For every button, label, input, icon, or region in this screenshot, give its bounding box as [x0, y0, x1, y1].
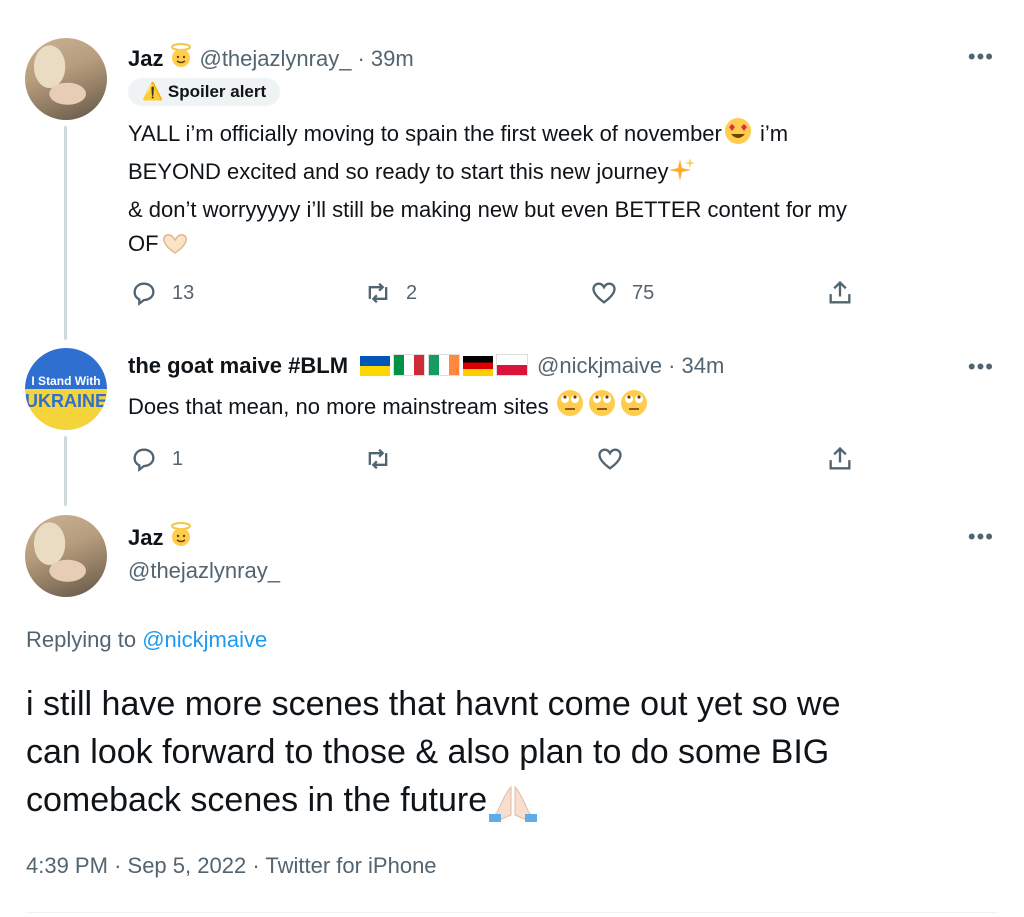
sparkles-emoji-icon — [668, 157, 696, 193]
share-button[interactable] — [826, 445, 854, 473]
retweet-button[interactable] — [364, 445, 392, 473]
handle[interactable]: @thejazlynray_ — [128, 558, 280, 584]
more-options-icon[interactable]: ••• — [968, 524, 994, 550]
rolling-eyes-emoji-icon — [555, 390, 651, 419]
poland-flag-icon — [496, 354, 529, 376]
heart-icon — [598, 448, 622, 470]
timestamp[interactable]: · 34m — [668, 353, 724, 379]
heart-icon — [592, 282, 616, 304]
more-options-icon[interactable]: ••• — [968, 354, 994, 380]
text-line: can look forward to those & also plan to… — [26, 733, 830, 771]
handle[interactable]: @nickjmaive — [537, 353, 662, 379]
reply-button[interactable]: 1 — [130, 445, 183, 473]
text-line: OF — [128, 231, 159, 256]
separator: · — [252, 853, 266, 878]
avatar-text: UKRAINE — [25, 391, 107, 411]
display-name[interactable]: Jaz — [128, 46, 163, 72]
retweet-icon — [368, 282, 388, 304]
tweet-text: YALL i’m officially moving to spain the … — [128, 117, 998, 265]
avatar[interactable] — [25, 38, 107, 120]
tweet-header: the goat maive #BLM @nickjmaive · 34m — [128, 353, 724, 379]
like-count: 75 — [632, 281, 655, 304]
tweet-date[interactable]: Sep 5, 2022 — [128, 853, 247, 878]
text-line: i’m — [760, 121, 789, 146]
reply-icon — [133, 282, 155, 306]
thread-line — [64, 436, 67, 506]
tweet-source[interactable]: Twitter for iPhone — [265, 853, 436, 878]
folded-hands-emoji-icon — [487, 780, 539, 828]
like-button[interactable]: 75 — [590, 279, 654, 307]
replying-prefix: Replying to — [26, 627, 143, 652]
reply-count: 13 — [172, 281, 195, 304]
angel-emoji-icon — [169, 43, 193, 74]
text-line: YALL i’m officially moving to spain the … — [128, 121, 722, 146]
avatar[interactable]: I Stand With UKRAINE — [25, 348, 107, 430]
heart-hands-emoji-icon — [159, 231, 191, 265]
share-icon — [829, 280, 851, 304]
ireland-flag-icon — [428, 354, 461, 376]
tweet-header: Jaz — [128, 522, 193, 553]
angel-emoji-icon — [169, 522, 193, 553]
spoiler-badge[interactable]: ⚠️ Spoiler alert — [128, 78, 281, 106]
tweet-meta: 4:39 PM · Sep 5, 2022 · Twitter for iPho… — [26, 853, 437, 879]
retweet-icon — [368, 448, 388, 470]
main-tweet-text: i still have more scenes that havnt come… — [26, 680, 1006, 828]
tweet-time[interactable]: 4:39 PM — [26, 853, 108, 878]
text-line: BEYOND excited and so ready to start thi… — [128, 159, 669, 184]
text-line: Does that mean, no more mainstream sites — [128, 394, 549, 419]
separator: · — [114, 853, 128, 878]
display-name[interactable]: the goat maive #BLM — [128, 353, 348, 379]
retweet-button[interactable]: 2 — [364, 279, 417, 307]
text-line: & don’t worryyyyy i’ll still be making n… — [128, 197, 847, 222]
thread-line — [64, 126, 67, 340]
germany-flag-icon — [463, 356, 494, 376]
share-button[interactable] — [826, 279, 854, 307]
avatar-text: I Stand With — [31, 374, 101, 388]
more-options-icon[interactable]: ••• — [968, 44, 994, 70]
timestamp[interactable]: · 39m — [357, 46, 413, 72]
display-name[interactable]: Jaz — [128, 525, 163, 551]
italy-flag-icon — [393, 354, 426, 376]
replying-to-link[interactable]: @nickjmaive — [142, 627, 267, 652]
replying-to: Replying to @nickjmaive — [26, 627, 267, 653]
ukraine-flag-icon — [360, 356, 391, 376]
reply-count: 1 — [172, 447, 184, 470]
retweet-count: 2 — [406, 281, 418, 304]
warning-icon: ⚠️ — [142, 82, 164, 101]
reply-icon — [133, 448, 155, 472]
handle[interactable]: @thejazlynray_ — [199, 46, 351, 72]
avatar[interactable] — [25, 515, 107, 597]
text-line: i still have more scenes that havnt come… — [26, 685, 841, 723]
tweet-text: Does that mean, no more mainstream sites — [128, 388, 651, 424]
tweet-header: Jaz @thejazlynray_ · 39m — [128, 43, 414, 74]
flags-emoji-icon — [360, 354, 531, 378]
text-line: comeback scenes in the future — [26, 781, 488, 819]
heart-eyes-emoji-icon — [722, 117, 754, 155]
reply-button[interactable]: 13 — [130, 279, 194, 307]
divider — [26, 912, 998, 913]
share-icon — [829, 446, 851, 470]
like-button[interactable] — [596, 445, 624, 473]
spoiler-label: Spoiler alert — [167, 82, 267, 101]
